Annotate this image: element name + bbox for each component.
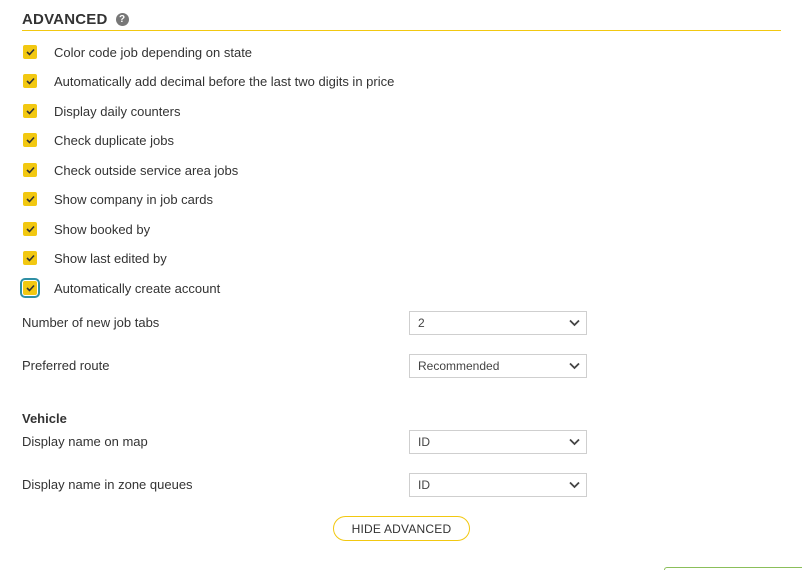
name-on-map-select[interactable]: ID xyxy=(409,430,587,454)
help-icon[interactable]: ? xyxy=(115,12,129,26)
checkmark-icon xyxy=(25,107,35,115)
option-label: Automatically add decimal before the las… xyxy=(54,73,395,89)
option-label: Show booked by xyxy=(54,221,151,237)
chevron-down-icon xyxy=(569,481,580,489)
new-job-tabs-select[interactable]: 2 xyxy=(409,311,587,335)
name-in-zone-queues-select[interactable]: ID xyxy=(409,473,587,497)
checkmark-icon xyxy=(25,136,35,144)
section-header: ADVANCED ? xyxy=(22,8,781,31)
checkbox[interactable] xyxy=(23,45,37,59)
option-duplicate-jobs[interactable]: Check duplicate jobs xyxy=(22,130,174,150)
option-label: Check outside service area jobs xyxy=(54,162,239,178)
new-job-tabs-label: Number of new job tabs xyxy=(22,315,160,330)
checkbox[interactable] xyxy=(23,133,37,147)
option-label: Automatically create account xyxy=(54,280,221,296)
select-value: 2 xyxy=(418,316,425,330)
checkbox[interactable] xyxy=(23,163,37,177)
option-auto-decimal[interactable]: Automatically add decimal before the las… xyxy=(22,71,394,91)
option-outside-service-area[interactable]: Check outside service area jobs xyxy=(22,160,238,180)
option-label: Display daily counters xyxy=(54,103,181,119)
option-company-in-cards[interactable]: Show company in job cards xyxy=(22,189,213,209)
chevron-down-icon xyxy=(569,319,580,327)
checkbox[interactable] xyxy=(23,74,37,88)
checkbox[interactable] xyxy=(23,192,37,206)
preferred-route-label: Preferred route xyxy=(22,358,110,373)
option-booked-by[interactable]: Show booked by xyxy=(22,219,150,239)
checkmark-icon xyxy=(25,48,35,56)
option-label: Show last edited by xyxy=(54,250,167,266)
checkmark-icon xyxy=(25,77,35,85)
checkbox[interactable] xyxy=(23,251,37,265)
select-value: ID xyxy=(418,478,430,492)
checkmark-icon xyxy=(25,225,35,233)
option-auto-create-account[interactable]: Automatically create account xyxy=(20,278,221,298)
select-value: Recommended xyxy=(418,359,500,373)
checkmark-icon xyxy=(25,254,35,262)
advanced-settings-panel: ADVANCED ? Color code job depending on s… xyxy=(0,0,802,570)
option-daily-counters[interactable]: Display daily counters xyxy=(22,101,180,121)
checkbox[interactable] xyxy=(23,104,37,118)
option-label: Color code job depending on state xyxy=(54,44,253,60)
hide-advanced-button[interactable]: HIDE ADVANCED xyxy=(333,516,470,541)
section-title: ADVANCED xyxy=(22,10,108,28)
preferred-route-select[interactable]: Recommended xyxy=(409,354,587,378)
option-last-edited-by[interactable]: Show last edited by xyxy=(22,248,167,268)
name-on-map-label: Display name on map xyxy=(22,434,148,449)
chevron-down-icon xyxy=(569,362,580,370)
option-color-code-job[interactable]: Color code job depending on state xyxy=(22,42,252,62)
checkbox[interactable] xyxy=(23,222,37,236)
option-label: Show company in job cards xyxy=(54,191,213,207)
checkmark-icon xyxy=(25,195,35,203)
name-in-zone-queues-label: Display name in zone queues xyxy=(22,477,193,492)
checkmark-icon xyxy=(25,284,35,292)
option-label: Check duplicate jobs xyxy=(54,132,174,148)
select-value: ID xyxy=(418,435,430,449)
vehicle-heading: Vehicle xyxy=(22,411,67,426)
checkbox[interactable] xyxy=(20,278,40,298)
checkmark-icon xyxy=(25,166,35,174)
chevron-down-icon xyxy=(569,438,580,446)
